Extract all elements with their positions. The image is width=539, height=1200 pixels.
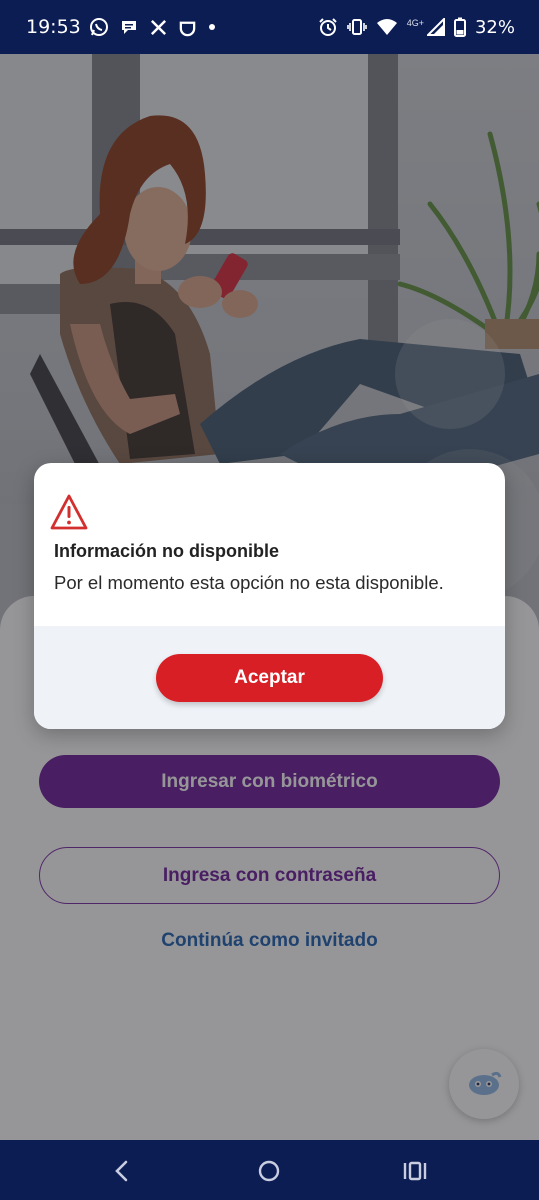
network-type: 4G+ [406,18,424,28]
back-button[interactable] [105,1154,139,1188]
status-bar: 19:53 4G+ 32% [0,0,539,54]
back-icon [115,1160,128,1182]
navigation-bar [0,1140,539,1200]
notification-icons [89,17,217,37]
dialog-message: Por el momento esta opción no esta dispo… [54,572,444,593]
home-button[interactable] [252,1154,286,1188]
battery-percent: 32% [474,16,515,38]
warning-icon [50,494,88,530]
dot-icon [208,24,215,30]
recents-button[interactable] [398,1154,432,1188]
didi-icon [179,21,196,36]
dialog-footer: Aceptar [34,626,505,729]
status-time: 19:53 [26,16,81,38]
vibrate-icon [346,19,367,35]
wifi-icon [376,19,397,35]
x-icon [150,19,166,35]
signal-icon [426,18,445,36]
system-icons: 4G+ 32% [318,17,515,38]
info-dialog: Información no disponible Por el momento… [34,463,505,729]
dialog-title: Información no disponible [54,541,279,561]
home-icon [258,1160,280,1182]
chat-icon [121,21,136,34]
battery-icon [453,17,466,37]
recents-icon [403,1161,427,1181]
accept-button[interactable]: Aceptar [156,654,383,702]
alarm-icon [319,18,337,36]
whatsapp-icon [89,18,108,36]
